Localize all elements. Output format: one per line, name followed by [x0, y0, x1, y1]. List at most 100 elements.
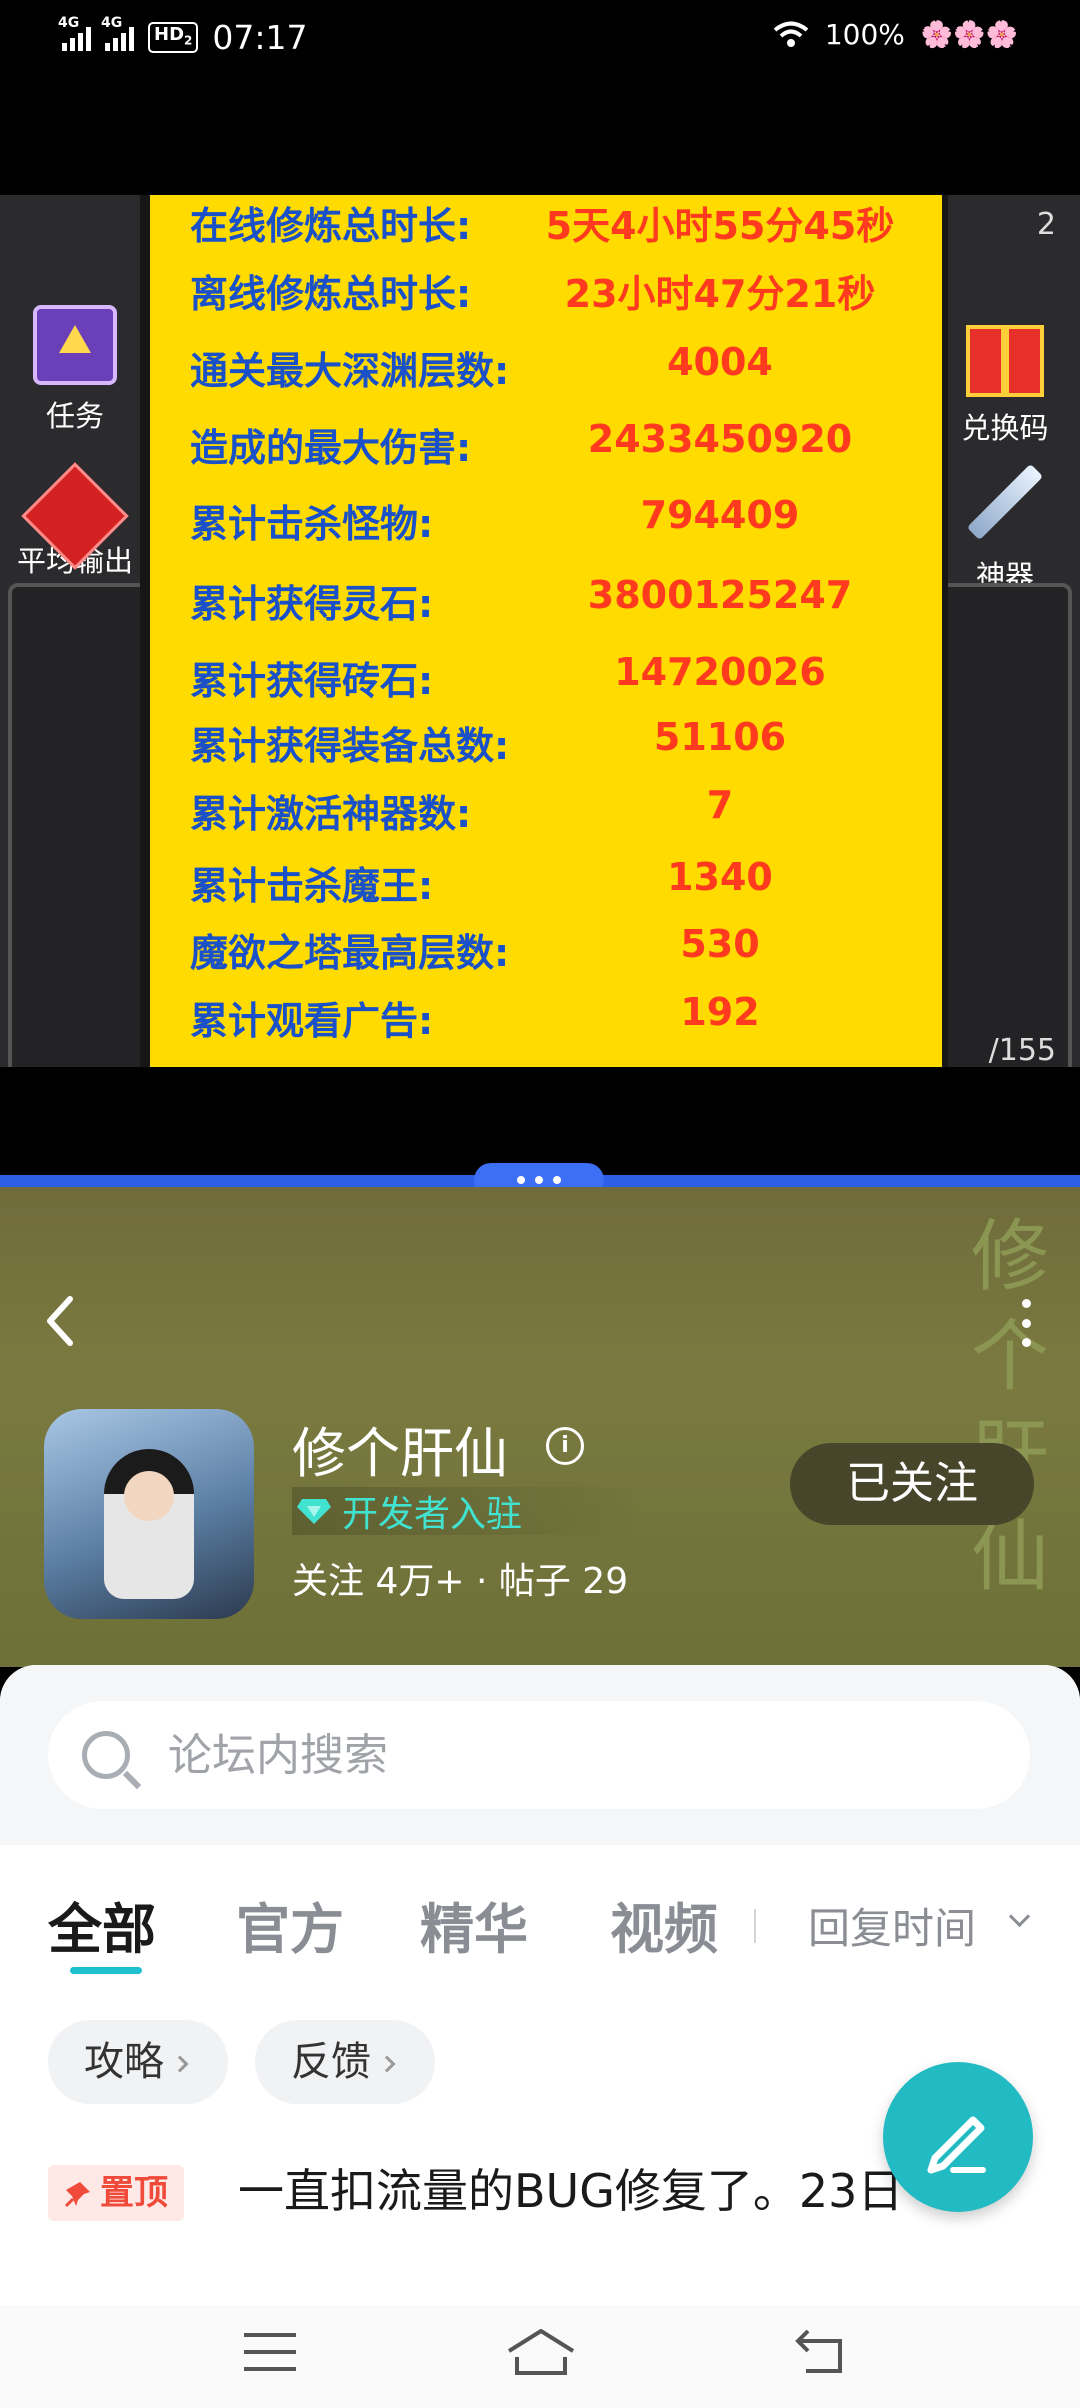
handle-dot — [535, 1176, 543, 1184]
game-name: 修个肝仙 — [292, 1422, 508, 1485]
chip-guides[interactable]: 攻略 — [48, 2020, 228, 2104]
stat-value: 1340 — [667, 855, 773, 899]
header-background-text: 修个肝仙 — [970, 1212, 1049, 1602]
forum-header: 修个肝仙 修个肝仙 i 开发者入驻 关注 4万+ · 帖子 29 已关注 — [0, 1187, 1080, 1667]
signal-icon-2: 4G — [101, 15, 134, 51]
network-type: 4G — [58, 14, 80, 31]
flower-emoji: 🌸🌸🌸 — [920, 19, 1018, 50]
chip-feedback[interactable]: 反馈 — [255, 2020, 435, 2104]
hd-sub: 2 — [184, 33, 193, 48]
system-nav-bar — [0, 2305, 1080, 2408]
back-arrow-icon[interactable] — [40, 1291, 80, 1351]
handle-dot — [517, 1176, 525, 1184]
stat-value: 530 — [680, 922, 760, 966]
pinned-badge: 置顶 — [48, 2165, 184, 2221]
stat-value: 2433450920 — [587, 417, 853, 461]
partial-number: 2 — [1036, 207, 1056, 242]
stat-label: 魔欲之塔最高层数: — [190, 931, 510, 975]
task-button[interactable]: 任务 — [0, 305, 150, 435]
stat-label: 累计获得灵石: — [190, 582, 434, 626]
tab-separator — [754, 1909, 756, 1943]
developer-badge[interactable]: 开发者入驻 — [292, 1487, 642, 1535]
developer-badge-label: 开发者入驻 — [342, 1494, 523, 1535]
stat-label: 通关最大深渊层数: — [190, 349, 510, 393]
forum-stats: 关注 4万+ · 帖子 29 — [292, 1561, 629, 1602]
stat-row: 累计击杀怪物: 794409 — [150, 493, 942, 553]
stat-row: 累计击杀魔王: 1340 — [150, 855, 942, 915]
tab-bar: 全部 官方 精华 视频 回复时间 — [0, 1865, 1080, 1985]
stat-value: 192 — [680, 990, 760, 1034]
active-tab-indicator — [70, 1967, 142, 1974]
stat-label: 在线修炼总时长: — [190, 204, 472, 248]
stat-row: 累计获得砖石: 14720026 — [150, 650, 942, 710]
left-frame — [8, 583, 148, 1067]
stat-label: 累计获得砖石: — [190, 659, 434, 703]
stat-label: 造成的最大伤害: — [190, 426, 472, 470]
new-post-button[interactable] — [883, 2062, 1033, 2212]
right-frame — [932, 583, 1072, 1067]
wifi-icon — [773, 21, 809, 47]
stat-label: 离线修炼总时长: — [190, 272, 472, 316]
task-label: 任务 — [45, 399, 104, 433]
stat-row: 累计激活神器数: 7 — [150, 783, 942, 843]
stat-value: 4004 — [667, 340, 773, 384]
search-area — [0, 1665, 1080, 1845]
more-options-icon[interactable] — [1018, 1299, 1034, 1347]
stat-label: 累计获得装备总数: — [190, 724, 510, 768]
stats-panel: 在线修炼总时长: 5天4小时55分45秒离线修炼总时长: 23小时47分21秒通关最… — [140, 195, 948, 1067]
tab-featured[interactable]: 精华 — [420, 1885, 528, 1964]
stat-label: 累计击杀魔王: — [190, 864, 434, 908]
game-avatar[interactable] — [44, 1409, 254, 1619]
stat-value: 3800125247 — [587, 573, 853, 617]
pin-icon — [64, 2182, 90, 2208]
stat-label: 累计击杀怪物: — [190, 502, 434, 546]
stat-row: 累计获得装备总数: 51106 — [150, 715, 942, 775]
stat-row: 累计观看广告: 192 — [150, 990, 942, 1050]
info-icon[interactable]: i — [546, 1427, 584, 1465]
signal-icon: 4G — [58, 15, 91, 51]
chevron-down-icon[interactable] — [1008, 1905, 1031, 1928]
tab-video[interactable]: 视频 — [610, 1885, 718, 1964]
stat-value: 5天4小时55分45秒 — [545, 204, 895, 248]
status-bar: 4G 4G HD2 07:17 100% 🌸🌸🌸 — [0, 0, 1080, 80]
chip-guides-label: 攻略 — [84, 2039, 164, 2085]
status-left: 4G 4G HD2 07:17 — [58, 15, 307, 58]
recent-apps-icon[interactable] — [244, 2333, 296, 2371]
stat-row: 通关最大深渊层数: 4004 — [150, 340, 942, 400]
search-bar[interactable] — [48, 1701, 1030, 1809]
tab-official[interactable]: 官方 — [236, 1885, 344, 1964]
stat-row: 造成的最大伤害: 2433450920 — [150, 417, 942, 477]
stat-value: 23小时47分21秒 — [564, 272, 876, 316]
stat-label: 累计激活神器数: — [190, 792, 472, 836]
back-icon[interactable] — [792, 2327, 852, 2377]
stat-value: 794409 — [640, 493, 800, 537]
battery-level: 100% — [824, 18, 905, 51]
stats-board: 在线修炼总时长: 5天4小时55分45秒离线修炼总时长: 23小时47分21秒通关最… — [150, 195, 942, 1067]
stat-row: 离线修炼总时长: 23小时47分21秒 — [150, 263, 942, 323]
network-type-2: 4G — [101, 14, 123, 31]
chip-feedback-label: 反馈 — [291, 2039, 371, 2085]
game-right-sidebar: 2 兑换码 神器 /155 — [930, 195, 1080, 1067]
stat-row: 魔欲之塔最高层数: 530 — [150, 922, 942, 982]
sort-dropdown[interactable]: 回复时间 — [808, 1895, 976, 1956]
chevron-right-icon — [171, 2055, 189, 2073]
gift-box-icon — [966, 325, 1044, 397]
avatar-face — [124, 1471, 174, 1521]
stat-value: 7 — [706, 783, 734, 827]
home-icon[interactable] — [505, 2327, 577, 2377]
pen-icon — [927, 2116, 986, 2174]
spellbook-icon — [33, 305, 117, 385]
stat-value: 14720026 — [614, 650, 826, 694]
status-right: 100% 🌸🌸🌸 — [773, 18, 1018, 51]
search-icon — [82, 1731, 130, 1779]
sword-icon — [966, 463, 1044, 541]
post-title[interactable]: 一直扣流量的BUG修复了。23日 — [238, 2155, 903, 2221]
tab-all[interactable]: 全部 — [48, 1885, 156, 1964]
handle-dot — [553, 1176, 561, 1184]
artifact-button[interactable]: 神器 — [930, 457, 1080, 595]
game-window[interactable]: 任务 平均输出 你的肝 2 兑换码 神器 /155 在线修炼总时长: 5天4小时5… — [0, 195, 1080, 1067]
search-input[interactable] — [166, 1728, 970, 1782]
pinned-badge-label: 置顶 — [100, 2173, 168, 2213]
diamond-icon — [297, 1499, 331, 1524]
follow-button[interactable]: 已关注 — [790, 1443, 1034, 1525]
